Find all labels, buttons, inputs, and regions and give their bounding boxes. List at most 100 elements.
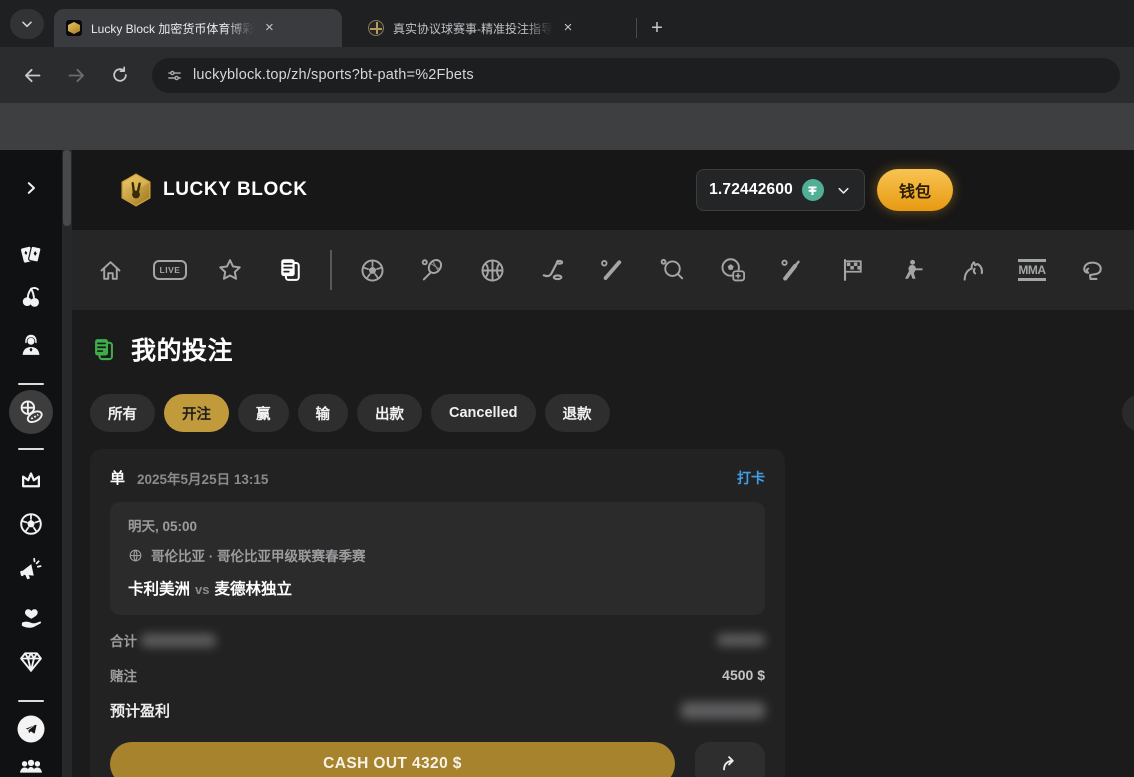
- filter-lost[interactable]: 输: [297, 394, 348, 432]
- vs-label: vs: [195, 582, 210, 597]
- my-bets-section: 我的投注 所有 开注 赢 输 出款 Cancelled 退款 单 2025年5月…: [72, 331, 1134, 777]
- sidebar-item-live-dealer[interactable]: [17, 331, 45, 359]
- sidebar-expand-button[interactable]: [22, 179, 40, 197]
- tennis-icon: [421, 258, 442, 280]
- nav-table-tennis[interactable]: [642, 230, 702, 310]
- forward-button[interactable]: [58, 57, 94, 93]
- usdt-icon: [801, 179, 824, 201]
- left-sidebar: [0, 150, 62, 777]
- ice-hockey-icon: [542, 259, 563, 280]
- lucky-block-favicon: [66, 20, 82, 36]
- people-icon: [20, 759, 42, 773]
- nav-mma[interactable]: MMA: [1002, 230, 1062, 310]
- filter-open[interactable]: 开注: [164, 394, 229, 432]
- wallet-button[interactable]: 钱包: [876, 169, 953, 211]
- tab-search-button[interactable]: [10, 9, 44, 39]
- heart-in-hand-icon: [21, 609, 42, 628]
- sidebar-item-promotions[interactable]: [17, 556, 45, 584]
- nav-soccer[interactable]: [342, 230, 402, 310]
- star-icon: [219, 259, 241, 280]
- nav-cricket[interactable]: [762, 230, 822, 310]
- filter-chip-partial[interactable]: [1122, 394, 1134, 432]
- nav-my-bets-active[interactable]: [260, 230, 320, 310]
- horse-racing-icon: [963, 260, 983, 281]
- filter-refund[interactable]: 退款: [544, 394, 610, 432]
- sidebar-item-sports-active[interactable]: [9, 390, 53, 434]
- chevron-down-icon: [22, 21, 32, 28]
- nav-esoccer[interactable]: [702, 230, 762, 310]
- address-bar[interactable]: luckyblock.top/zh/sports?bt-path=%2Fbets: [152, 57, 1120, 93]
- tab-separator: [636, 18, 637, 38]
- stake-value: 4500 $: [722, 667, 765, 683]
- baseball-icon: [600, 259, 621, 280]
- site-info-icon[interactable]: [166, 67, 183, 84]
- nav-home[interactable]: [80, 230, 140, 310]
- esoccer-icon: [721, 257, 745, 281]
- tab-lucky-block[interactable]: Lucky Block 加密货币体育博彩 ×: [54, 9, 342, 47]
- total-row: 合计: [110, 630, 765, 650]
- close-tab-icon[interactable]: ×: [559, 19, 577, 37]
- sidebar-divider: [18, 383, 44, 385]
- filter-won[interactable]: 赢: [238, 394, 289, 432]
- nav-live[interactable]: LIVE: [140, 230, 200, 310]
- page-title: 我的投注: [131, 337, 234, 365]
- filter-cancelled[interactable]: Cancelled: [431, 394, 536, 432]
- nav-basketball[interactable]: [462, 230, 522, 310]
- diamond-icon: [20, 652, 42, 672]
- browser-tab-bar: Lucky Block 加密货币体育博彩 × 真实协议球赛事-精准投注指导 × …: [0, 0, 1134, 47]
- browser-content-band: [0, 103, 1134, 150]
- bet-action-link[interactable]: 打卡: [737, 468, 765, 488]
- back-button[interactable]: [14, 57, 50, 93]
- live-icon: LIVE: [152, 260, 188, 280]
- total-label: 合计: [110, 634, 137, 649]
- filter-chips: 所有 开注 赢 输 出款 Cancelled 退款: [90, 394, 1134, 432]
- sidebar-item-community[interactable]: [17, 758, 45, 777]
- cashout-button[interactable]: CASH OUT 4320 $: [110, 742, 675, 777]
- tab-title: Lucky Block 加密货币体育博彩: [91, 21, 255, 36]
- nav-boxing[interactable]: [1062, 230, 1122, 310]
- chevron-down-icon: [838, 187, 849, 194]
- nav-horse-racing[interactable]: [942, 230, 1002, 310]
- filter-all[interactable]: 所有: [90, 394, 155, 432]
- nav-ice-hockey[interactable]: [522, 230, 582, 310]
- away-team: 麦德林独立: [214, 581, 292, 598]
- balance-amount: 1.72442600: [709, 181, 793, 198]
- cricket-icon: [780, 259, 800, 281]
- share-button[interactable]: [695, 742, 765, 777]
- active-highlight: [9, 390, 53, 434]
- my-bets-green-icon: [95, 338, 113, 360]
- sports-icon: [20, 400, 43, 423]
- nav-baseball[interactable]: [582, 230, 642, 310]
- bet-placed-datetime: 2025年5月25日 13:15: [137, 471, 269, 487]
- match-box[interactable]: 明天, 05:00 哥伦比亚 · 哥伦比亚甲级联赛春季赛 卡利美洲 vs 麦德林独立: [110, 502, 765, 615]
- dealer-icon: [22, 334, 40, 355]
- balance-selector[interactable]: 1.72442600: [696, 169, 865, 211]
- league-row: 哥伦比亚 · 哥伦比亚甲级联赛春季赛: [128, 545, 747, 565]
- close-tab-icon[interactable]: ×: [260, 19, 278, 37]
- match-start-time: 明天, 05:00: [128, 519, 198, 534]
- new-tab-button[interactable]: +: [643, 14, 671, 42]
- nav-favorites[interactable]: [200, 230, 260, 310]
- reload-button[interactable]: [102, 57, 138, 93]
- forward-arrow-icon: [68, 68, 84, 82]
- sidebar-item-casino[interactable]: [17, 241, 45, 269]
- nav-tennis[interactable]: [402, 230, 462, 310]
- sidebar-item-slots[interactable]: [18, 285, 45, 312]
- sidebar-item-vip-club[interactable]: [18, 467, 45, 494]
- sidebar-item-soccer[interactable]: [17, 510, 45, 538]
- filter-cashout[interactable]: 出款: [357, 394, 422, 432]
- page-scrollbar[interactable]: [62, 150, 72, 777]
- sidebar-item-vip[interactable]: [17, 648, 45, 676]
- nav-counter-strike[interactable]: [882, 230, 942, 310]
- censored-value: [681, 702, 765, 719]
- sidebar-item-loyalty[interactable]: [17, 605, 45, 633]
- league-name: 哥伦比亚 · 哥伦比亚甲级联赛春季赛: [151, 549, 366, 564]
- scrollbar-thumb[interactable]: [63, 150, 71, 226]
- bet-type-label: 单: [110, 470, 126, 487]
- brand-logo[interactable]: LUCKY BLOCK: [118, 172, 308, 208]
- tab-betting-guide[interactable]: 真实协议球赛事-精准投注指导 ×: [356, 9, 628, 47]
- sidebar-item-telegram[interactable]: [17, 715, 45, 743]
- nav-racing[interactable]: [822, 230, 882, 310]
- teams-row: 卡利美洲 vs 麦德林独立: [128, 577, 747, 599]
- lucky-block-logo-icon: [121, 173, 151, 207]
